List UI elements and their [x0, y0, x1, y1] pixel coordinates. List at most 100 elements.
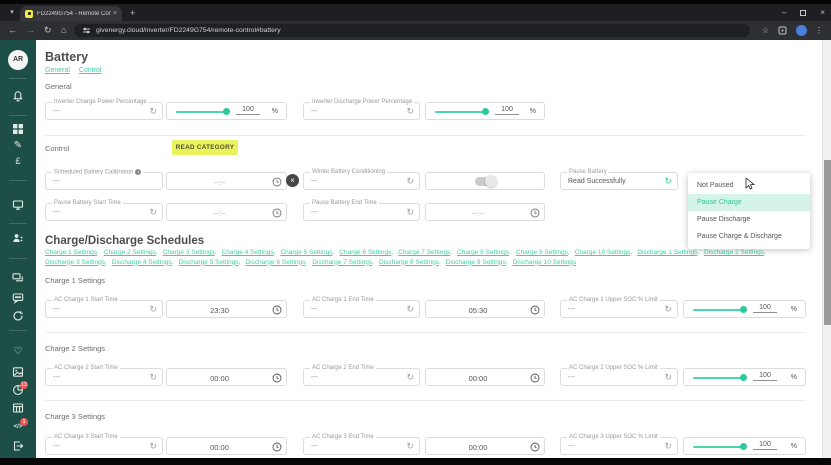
- nav-link-general[interactable]: General: [45, 67, 70, 74]
- slider-track[interactable]: [693, 446, 743, 448]
- info-icon[interactable]: i: [135, 169, 141, 175]
- tab-search-chevron-icon[interactable]: ▾: [6, 7, 18, 19]
- refresh-icon[interactable]: ↻: [664, 176, 672, 187]
- slider-value[interactable]: 100: [495, 106, 519, 115]
- monitor-icon[interactable]: [0, 199, 36, 217]
- pie-chart-icon[interactable]: 13: [0, 384, 36, 402]
- tariff-pound-icon[interactable]: £: [0, 155, 36, 167]
- clock-icon[interactable]: [530, 208, 540, 218]
- dropdown-option-pause-charge[interactable]: Pause Charge: [688, 194, 810, 211]
- refresh-icon[interactable]: ↻: [406, 176, 414, 187]
- pause-start-time-input[interactable]: --:--: [166, 203, 287, 221]
- tab-close-icon[interactable]: ×: [113, 10, 117, 17]
- slider-track[interactable]: [693, 377, 743, 379]
- toggle-switch[interactable]: [475, 177, 495, 186]
- link-charge-5[interactable]: Charge 5 Settings: [280, 249, 334, 256]
- calibration-time-input[interactable]: --:--: [166, 172, 287, 190]
- clock-icon[interactable]: [272, 305, 282, 315]
- close-window-button[interactable]: ×: [820, 6, 825, 19]
- image-icon[interactable]: [0, 366, 36, 384]
- maximize-button[interactable]: [800, 10, 806, 16]
- link-charge-3[interactable]: Charge 3 Settings: [163, 249, 217, 256]
- nav-link-control[interactable]: Control: [79, 67, 102, 74]
- clock-icon[interactable]: [530, 442, 540, 452]
- link-charge-2[interactable]: Charge 2 Settings: [104, 249, 158, 256]
- pause-end-time-input[interactable]: --:--: [425, 203, 545, 221]
- link-discharge-8[interactable]: Discharge 8 Settings: [379, 259, 441, 266]
- slider-value[interactable]: 100: [236, 106, 260, 115]
- ac-charge-1-soc-slider[interactable]: 100 %: [683, 300, 806, 318]
- users-icon[interactable]: [0, 232, 36, 250]
- ac-charge-3-start-time-input[interactable]: 00:00: [166, 437, 287, 455]
- link-charge-7[interactable]: Charge 7 Settings: [398, 249, 452, 256]
- read-category-button[interactable]: READ CATEGORY: [172, 140, 238, 155]
- refresh-icon[interactable]: ↻: [149, 304, 157, 315]
- link-discharge-4[interactable]: Discharge 4 Settings: [112, 259, 174, 266]
- dashboard-grid-icon[interactable]: [0, 123, 36, 141]
- sync-arrows-icon[interactable]: [0, 310, 36, 328]
- ac-charge-3-soc-field[interactable]: AC Charge 3 Upper SOC % Limit --- ↻: [560, 437, 678, 455]
- address-bar[interactable]: givenergy.cloud/inverter/FD2249G754/remo…: [74, 24, 750, 37]
- edit-pencil-icon[interactable]: ✎: [0, 140, 36, 152]
- reload-button[interactable]: ↻: [44, 24, 52, 37]
- slider-track[interactable]: [435, 111, 485, 113]
- page-scrollbar[interactable]: [822, 40, 831, 458]
- ac-charge-3-soc-slider[interactable]: 100 %: [683, 437, 806, 455]
- heart-settings-icon[interactable]: ♡: [0, 346, 36, 358]
- refresh-icon[interactable]: ↻: [406, 106, 414, 117]
- active-tab[interactable]: FD2249G754 - Remote Control ×: [20, 6, 122, 21]
- slider-handle[interactable]: [223, 108, 230, 115]
- refresh-icon[interactable]: ↻: [664, 441, 672, 452]
- ac-charge-2-start-field[interactable]: AC Charge 2 Start Time --- ↻: [45, 368, 163, 386]
- logout-icon[interactable]: [0, 440, 36, 458]
- forum-chat-icon[interactable]: [0, 272, 36, 290]
- inverter-charge-power-field[interactable]: Inverter Charge Power Percentage --- ↻: [45, 102, 163, 120]
- refresh-icon[interactable]: ↻: [406, 304, 414, 315]
- dropdown-option-pause-charge-discharge[interactable]: Pause Charge & Discharge: [688, 228, 810, 245]
- link-charge-1[interactable]: Charge 1 Settings: [45, 249, 99, 256]
- link-charge-8[interactable]: Charge 8 Settings: [457, 249, 511, 256]
- link-charge-4[interactable]: Charge 4 Settings: [222, 249, 276, 256]
- user-avatar[interactable]: AR: [8, 50, 28, 70]
- ac-charge-1-start-time-input[interactable]: 23:30: [166, 300, 287, 318]
- slider-value[interactable]: 100: [753, 372, 777, 381]
- link-charge-9[interactable]: Charge 9 Settings: [516, 249, 570, 256]
- slider-track[interactable]: [176, 111, 226, 113]
- refresh-icon[interactable]: ↻: [149, 441, 157, 452]
- slider-handle[interactable]: [482, 108, 489, 115]
- refresh-icon[interactable]: ↻: [406, 207, 414, 218]
- link-charge-6[interactable]: Charge 6 Settings: [339, 249, 393, 256]
- ac-charge-1-end-time-input[interactable]: 05:30: [425, 300, 545, 318]
- ac-charge-3-end-field[interactable]: AC Charge 3 End Time --- ↻: [303, 437, 420, 455]
- forward-button[interactable]: →: [26, 24, 35, 37]
- refresh-icon[interactable]: ↻: [406, 372, 414, 383]
- dropdown-option-pause-discharge[interactable]: Pause Discharge: [688, 211, 810, 228]
- slider-handle[interactable]: [740, 443, 747, 450]
- back-button[interactable]: ←: [8, 24, 17, 37]
- ac-charge-2-end-field[interactable]: AC Charge 2 End Time --- ↻: [303, 368, 420, 386]
- ac-charge-2-end-time-input[interactable]: 00:00: [425, 368, 545, 386]
- home-button[interactable]: ⌂: [61, 24, 66, 37]
- ac-charge-3-start-field[interactable]: AC Charge 3 Start Time --- ↻: [45, 437, 163, 455]
- refresh-icon[interactable]: ↻: [664, 304, 672, 315]
- clock-icon[interactable]: [272, 208, 282, 218]
- pause-battery-select[interactable]: Pause Battery Read Successfully ↻: [560, 172, 678, 190]
- message-dots-icon[interactable]: [0, 292, 36, 310]
- extensions-icon[interactable]: [778, 26, 787, 35]
- ac-charge-3-end-time-input[interactable]: 00:00: [425, 437, 545, 455]
- minimize-button[interactable]: –: [782, 6, 786, 19]
- refresh-icon[interactable]: ↻: [149, 106, 157, 117]
- ac-charge-1-start-field[interactable]: AC Charge 1 Start Time --- ↻: [45, 300, 163, 318]
- inverter-discharge-power-slider[interactable]: 100 %: [425, 102, 545, 120]
- slider-value[interactable]: 100: [753, 304, 777, 313]
- scheduled-battery-calibration-field[interactable]: Scheduled Battery Calibrationi ---: [45, 172, 163, 190]
- profile-avatar[interactable]: [796, 25, 807, 36]
- clock-icon[interactable]: [272, 442, 282, 452]
- link-discharge-7[interactable]: Discharge 7 Settings: [312, 259, 374, 266]
- clock-icon[interactable]: [272, 373, 282, 383]
- refresh-icon[interactable]: ↻: [149, 207, 157, 218]
- clear-calibration-button[interactable]: ×: [286, 174, 299, 187]
- refresh-icon[interactable]: ↻: [149, 372, 157, 383]
- ac-charge-2-soc-field[interactable]: AC Charge 2 Upper SOC % Limit --- ↻: [560, 368, 678, 386]
- link-discharge-5[interactable]: Discharge 5 Settings: [179, 259, 241, 266]
